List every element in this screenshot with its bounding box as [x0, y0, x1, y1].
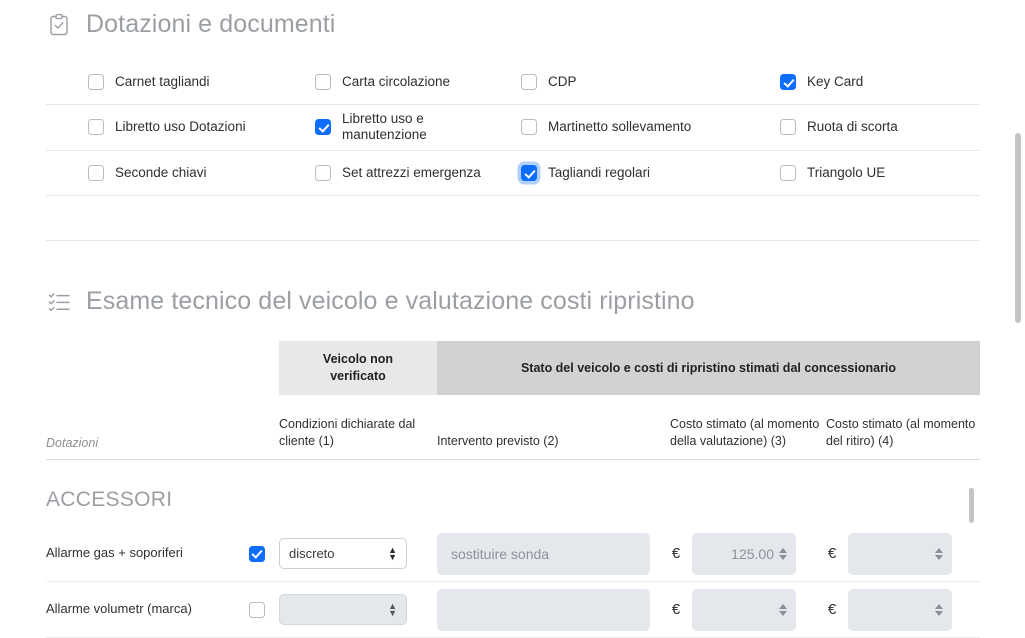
checkbox-item-ruota-di-scorta[interactable]: Ruota di scorta	[742, 113, 980, 141]
table-column-header-row: Dotazioni Condizioni dichiarate dal clie…	[46, 395, 980, 460]
checkbox-libretto-uso-manutenzione[interactable]	[315, 119, 331, 136]
checkbox-label: Carta circolazione	[342, 73, 451, 89]
column-header-dotazioni: Dotazioni	[46, 436, 99, 450]
checkbox-label: Triangolo UE	[807, 164, 886, 180]
checkbox-item-libretto-uso-manutenzione[interactable]: Libretto uso e manutenzione	[278, 105, 510, 150]
checkbox-item-libretto-uso-dotazioni[interactable]: Libretto uso Dotazioni	[46, 113, 278, 141]
checkbox-label: Set attrezzi emergenza	[342, 164, 481, 180]
page-scrollbar-thumb[interactable]	[1015, 133, 1021, 323]
table-row: Allarme volumetr (marca) ▲ ▼ € €	[46, 582, 980, 638]
row-condition-cell[interactable]: ▲ ▼	[279, 594, 437, 625]
currency-symbol: €	[671, 601, 681, 618]
condition-select-allarme-gas[interactable]: discreto	[279, 538, 407, 569]
checkbox-martinetto-sollevamento[interactable]	[521, 119, 537, 136]
checkbox-item-martinetto-sollevamento[interactable]: Martinetto sollevamento	[510, 113, 742, 141]
checkbox-item-key-card[interactable]: Key Card	[742, 68, 980, 96]
section-header-dotazioni: Dotazioni e documenti	[46, 10, 335, 39]
checkbox-label: CDP	[548, 73, 577, 89]
checkbox-cdp[interactable]	[521, 74, 537, 90]
condition-select-wrapper[interactable]: discreto ▲ ▼	[279, 538, 407, 569]
checkbox-row: Libretto uso Dotazioni Libretto uso e ma…	[46, 105, 980, 151]
costo-ritiro-stepper-allarme-volumetr[interactable]	[848, 588, 952, 631]
currency-symbol: €	[827, 545, 837, 562]
checkbox-item-carta-circolazione[interactable]: Carta circolazione	[278, 68, 510, 96]
row-label: Allarme volumetr (marca)	[46, 601, 192, 617]
currency-symbol: €	[827, 601, 837, 618]
checkbox-label: Libretto uso Dotazioni	[115, 119, 246, 135]
checkbox-key-card[interactable]	[780, 74, 796, 90]
checkbox-item-cdp[interactable]: CDP	[510, 68, 742, 96]
condition-select-wrapper[interactable]: ▲ ▼	[279, 594, 407, 625]
row-costo-ritiro-cell: €	[826, 532, 980, 575]
costo-valutazione-stepper-allarme-volumetr[interactable]	[692, 588, 796, 631]
intervento-input-allarme-volumetr[interactable]	[437, 588, 650, 631]
checkbox-carnet-tagliandi[interactable]	[88, 74, 104, 90]
list-check-icon	[46, 289, 72, 315]
esame-table: Veicolo non verificato Stato del veicolo…	[46, 341, 980, 460]
checkbox-set-attrezzi-emergenza[interactable]	[315, 164, 331, 181]
row-condition-cell[interactable]: discreto ▲ ▼	[279, 538, 437, 569]
group-header-stato-veicolo: Stato del veicolo e costi di ripristino …	[437, 341, 980, 395]
section-header-esame: Esame tecnico del veicolo e valutazione …	[46, 287, 695, 316]
column-header-costo-valutazione: Costo stimato (al momento della valutazi…	[670, 416, 820, 449]
table-scrollbar-thumb[interactable]	[969, 488, 974, 523]
checkbox-label: Seconde chiavi	[115, 164, 207, 180]
table-group-header-row: Veicolo non verificato Stato del veicolo…	[279, 341, 980, 395]
intervento-input-allarme-gas[interactable]	[437, 532, 650, 575]
row-costo-valutazione-cell: € 125.00	[670, 532, 826, 575]
row-label: Allarme gas + soporiferi	[46, 545, 183, 561]
checkbox-tagliandi-regolari[interactable]	[521, 164, 537, 181]
checkbox-item-triangolo-ue[interactable]: Triangolo UE	[742, 159, 980, 187]
column-header-intervento: Intervento previsto (2)	[437, 434, 559, 449]
checkbox-item-tagliandi-regolari[interactable]: Tagliandi regolari	[510, 159, 742, 187]
esame-table-body[interactable]: ACCESSORI Allarme gas + soporiferi discr…	[46, 480, 980, 638]
checkbox-item-set-attrezzi-emergenza[interactable]: Set attrezzi emergenza	[278, 159, 510, 187]
section-title-esame: Esame tecnico del veicolo e valutazione …	[86, 287, 695, 315]
table-row: Allarme gas + soporiferi discreto ▲▼ € 1…	[46, 526, 980, 582]
checkbox-item-carnet-tagliandi[interactable]: Carnet tagliandi	[46, 68, 278, 96]
checkbox-row: Seconde chiavi Set attrezzi emergenza Ta…	[46, 151, 980, 196]
row-intervento-cell[interactable]	[437, 588, 670, 631]
spinner-arrows-icon[interactable]	[777, 600, 789, 620]
checkbox-carta-circolazione[interactable]	[315, 74, 331, 90]
checkbox-label: Key Card	[807, 73, 864, 89]
checkbox-label: Carnet tagliandi	[115, 73, 210, 89]
column-header-condizioni: Condizioni dichiarate dal cliente (1)	[279, 416, 416, 449]
row-intervento-cell[interactable]	[437, 532, 670, 575]
checkbox-item-seconde-chiavi[interactable]: Seconde chiavi	[46, 159, 278, 187]
checkbox-label: Martinetto sollevamento	[548, 119, 692, 135]
section-title-dotazioni: Dotazioni e documenti	[86, 10, 336, 38]
condition-select-allarme-volumetr[interactable]	[279, 594, 407, 625]
row-checkbox-cell[interactable]	[234, 545, 279, 562]
checkbox-label: Ruota di scorta	[807, 119, 898, 135]
checkbox-ruota-di-scorta[interactable]	[780, 119, 796, 136]
checkbox-triangolo-ue[interactable]	[780, 164, 796, 181]
checkbox-label: Libretto uso e manutenzione	[342, 111, 427, 143]
spinner-arrows-icon[interactable]	[777, 544, 789, 564]
row-checkbox-cell[interactable]	[234, 601, 279, 618]
page-root: Dotazioni e documenti Carnet tagliandi C…	[0, 0, 1025, 638]
group-title-accessori: ACCESSORI	[46, 488, 173, 511]
dotazioni-checkbox-grid: Carnet tagliandi Carta circolazione CDP …	[46, 60, 980, 196]
checkbox-allarme-volumetr[interactable]	[248, 601, 265, 618]
checkbox-label: Tagliandi regolari	[548, 164, 651, 180]
spinner-arrows-icon[interactable]	[933, 544, 945, 564]
checkbox-row: Carnet tagliandi Carta circolazione CDP …	[46, 60, 980, 105]
checkbox-seconde-chiavi[interactable]	[88, 164, 104, 181]
checkbox-libretto-uso-dotazioni[interactable]	[88, 119, 104, 136]
spinner-arrows-icon[interactable]	[933, 600, 945, 620]
checkbox-allarme-gas-soporiferi[interactable]	[248, 545, 265, 562]
costo-valutazione-stepper-allarme-gas[interactable]: 125.00	[692, 532, 796, 575]
row-costo-ritiro-cell: €	[826, 588, 980, 631]
row-costo-valutazione-cell: €	[670, 588, 826, 631]
clipboard-check-icon	[46, 12, 72, 38]
section-divider	[46, 240, 980, 241]
currency-symbol: €	[671, 545, 681, 562]
costo-ritiro-stepper-allarme-gas[interactable]	[848, 532, 952, 575]
group-header-veicolo-non-verificato: Veicolo non verificato	[279, 341, 437, 395]
column-header-costo-ritiro: Costo stimato (al momento del ritiro) (4…	[826, 416, 976, 449]
